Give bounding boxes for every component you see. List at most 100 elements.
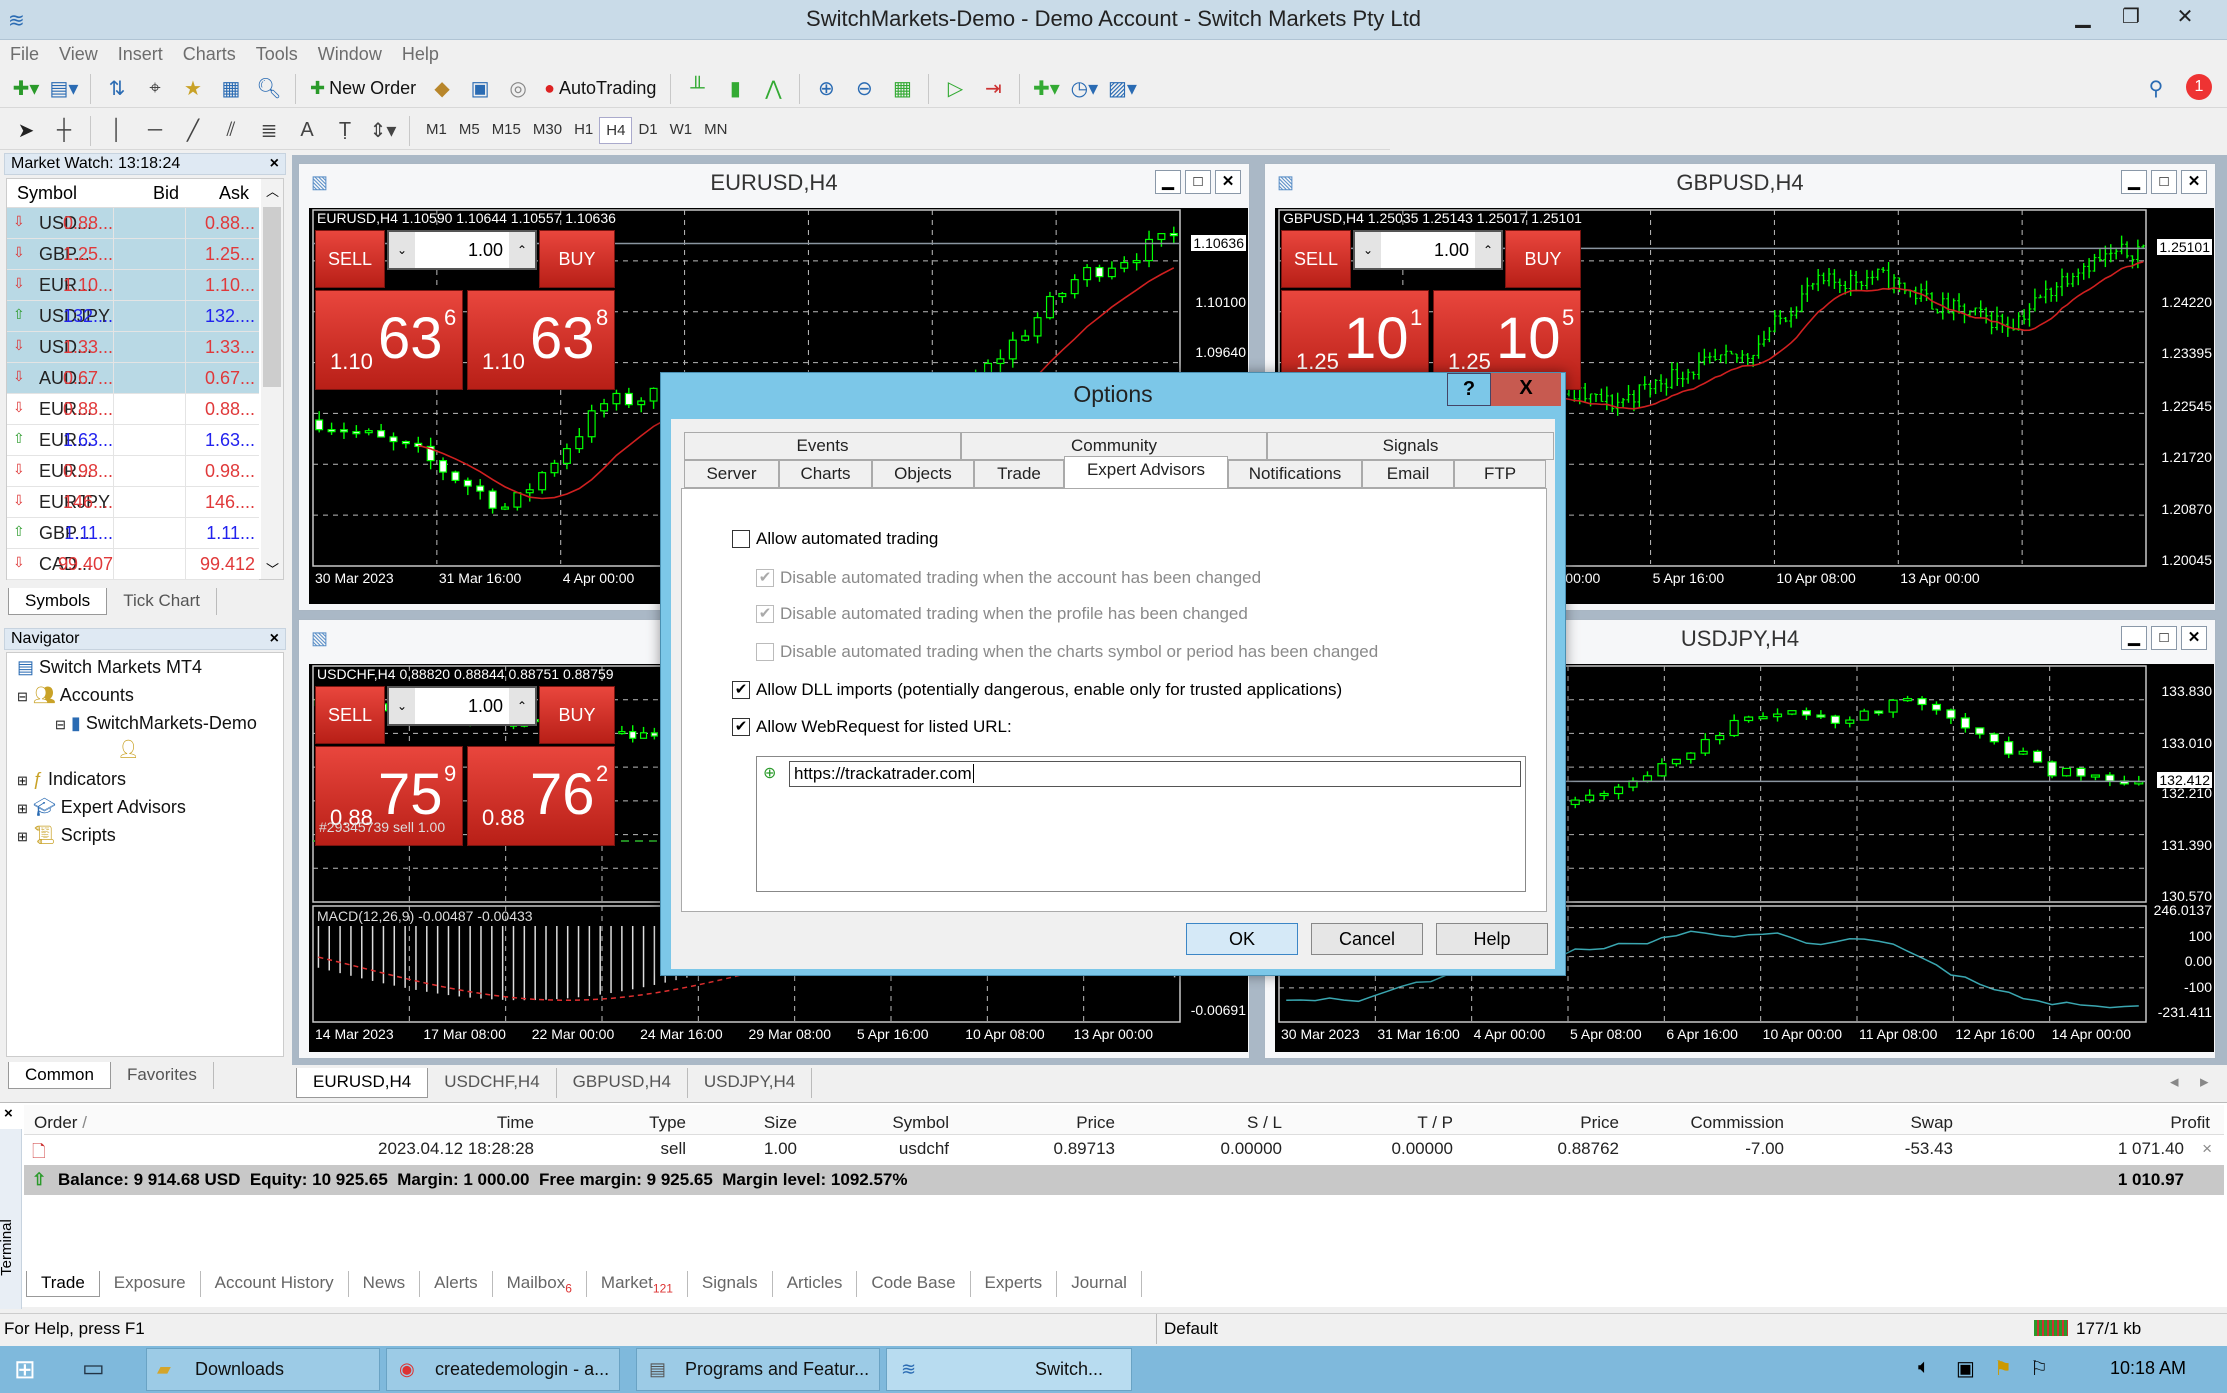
equidistant-channel-icon[interactable]: ⫽ bbox=[215, 115, 247, 147]
period-mn[interactable]: MN bbox=[698, 117, 733, 144]
lot-increase-icon[interactable]: ⌃ bbox=[509, 688, 535, 724]
buy-button[interactable]: BUY bbox=[1505, 230, 1581, 288]
chart-tab-gbpusd[interactable]: GBPUSD,H4 bbox=[557, 1068, 688, 1098]
notification-badge[interactable]: 1 bbox=[2186, 74, 2212, 100]
period-w1[interactable]: W1 bbox=[664, 117, 699, 144]
terminal-tab-exposure[interactable]: Exposure bbox=[100, 1271, 201, 1298]
vertical-line-icon[interactable]: │ bbox=[101, 115, 133, 147]
menu-charts[interactable]: Charts bbox=[173, 40, 246, 69]
period-m30[interactable]: M30 bbox=[527, 117, 568, 144]
market-watch-row[interactable]: ⇩ CAD... 99.407 99.412 bbox=[7, 549, 259, 580]
cursor-icon[interactable]: ➤ bbox=[10, 115, 42, 147]
user-icon[interactable]: 👤︎ bbox=[117, 739, 140, 760]
close-button[interactable]: ✕ bbox=[2162, 2, 2208, 32]
market-watch-row[interactable]: ⇩ USD... 0.88... 0.88... bbox=[7, 208, 259, 239]
maximize-icon[interactable]: □ bbox=[2151, 626, 2177, 650]
sell-button[interactable]: SELL bbox=[315, 686, 385, 744]
period-h4[interactable]: H4 bbox=[599, 117, 633, 144]
terminal-tab-experts[interactable]: Experts bbox=[971, 1271, 1058, 1298]
close-icon[interactable]: ✕ bbox=[2181, 170, 2207, 194]
collapse-icon[interactable]: ⊟ bbox=[17, 689, 28, 704]
dialog-tab-notifications[interactable]: Notifications bbox=[1228, 460, 1362, 488]
chart-tab-usdjpy[interactable]: USDJPY,H4 bbox=[688, 1068, 813, 1098]
lot-size-value[interactable]: 1.00 bbox=[415, 232, 509, 268]
explorer-icon[interactable]: ▭ bbox=[82, 1354, 105, 1383]
data-window-icon[interactable]: ⌖ bbox=[139, 73, 171, 105]
scroll-up-icon[interactable]: ︿ bbox=[266, 181, 279, 200]
start-icon[interactable]: ⊞ bbox=[14, 1354, 36, 1385]
market-watch-row[interactable]: ⇩ EUR... 0.88... 0.88... bbox=[7, 394, 259, 425]
options-icon[interactable]: ▣ bbox=[464, 73, 496, 105]
expand-icon[interactable]: ⊞ bbox=[17, 801, 28, 816]
network-icon[interactable]: ▣ bbox=[1956, 1356, 1975, 1381]
dialog-close-button[interactable]: X bbox=[1491, 373, 1561, 406]
profiles-icon[interactable]: ▤▾ bbox=[48, 73, 80, 105]
option-checkbox[interactable]: ✔ Allow WebRequest for listed URL: bbox=[732, 717, 1012, 737]
lot-decrease-icon[interactable]: ⌄ bbox=[1355, 232, 1381, 268]
maximize-icon[interactable]: □ bbox=[2151, 170, 2177, 194]
option-checkbox[interactable]: ✔ Allow DLL imports (potentially dangerou… bbox=[732, 680, 1342, 700]
arrows-icon[interactable]: ⇕▾ bbox=[367, 115, 399, 147]
dialog-tab-signals[interactable]: Signals bbox=[1267, 432, 1554, 460]
tab-favorites[interactable]: Favorites bbox=[111, 1062, 214, 1089]
horizontal-line-icon[interactable]: ─ bbox=[139, 115, 171, 147]
period-m1[interactable]: M1 bbox=[420, 117, 453, 144]
market-watch-row[interactable]: ⇧ EUR... 1.63... 1.63... bbox=[7, 425, 259, 456]
sell-button[interactable]: SELL bbox=[1281, 230, 1351, 288]
menu-window[interactable]: Window bbox=[308, 40, 392, 69]
market-watch-row[interactable]: ⇩ EUR... 1.10... 1.10... bbox=[7, 270, 259, 301]
minimize-icon[interactable]: ▁ bbox=[2121, 626, 2147, 650]
market-watch-scrollbar[interactable]: ︿ ﹀ bbox=[261, 179, 283, 579]
security-icon[interactable]: ⚑ bbox=[1994, 1356, 2012, 1381]
option-checkbox[interactable]: Allow automated trading bbox=[732, 529, 938, 549]
menu-view[interactable]: View bbox=[49, 40, 108, 69]
menu-insert[interactable]: Insert bbox=[108, 40, 173, 69]
zoom-in-icon[interactable]: ⊕ bbox=[810, 73, 842, 105]
market-watch-row[interactable]: ⇩ EUR... 0.98... 0.98... bbox=[7, 456, 259, 487]
nav-root[interactable]: ▤ Switch Markets MT4 bbox=[17, 657, 202, 678]
terminal-tab-articles[interactable]: Articles bbox=[773, 1271, 858, 1298]
text-label-icon[interactable]: Ṭ bbox=[329, 115, 361, 147]
dialog-tab-trade[interactable]: Trade bbox=[974, 460, 1064, 488]
restore-button[interactable]: ❐ bbox=[2108, 2, 2154, 32]
nav-account[interactable]: ⊟ ▮ SwitchMarkets-Demo bbox=[55, 713, 257, 734]
minimize-icon[interactable]: ▁ bbox=[1155, 170, 1181, 194]
period-d1[interactable]: D1 bbox=[632, 117, 663, 144]
close-icon[interactable]: ✕ bbox=[2181, 626, 2207, 650]
clock[interactable]: 10:18 AM bbox=[2110, 1358, 2186, 1379]
lot-size-value[interactable]: 1.00 bbox=[1381, 232, 1475, 268]
period-h1[interactable]: H1 bbox=[568, 117, 599, 144]
market-watch-row[interactable]: ⇧ USDJPY 132.... 132.... bbox=[7, 301, 259, 332]
action-center-icon[interactable]: ⚐ bbox=[2030, 1356, 2048, 1381]
periods-icon[interactable]: ◷▾ bbox=[1068, 73, 1100, 105]
strategy-tester-icon[interactable]: 🔍︎ bbox=[253, 73, 285, 105]
market-watch-row[interactable]: ⇧ GBP... 1.11... 1.11... bbox=[7, 518, 259, 549]
nav-accounts[interactable]: ⊟ 👥︎ Accounts bbox=[17, 685, 134, 706]
crosshair-icon[interactable]: ┼ bbox=[48, 115, 80, 147]
autotrading-button[interactable]: ● AutoTrading bbox=[540, 73, 660, 105]
indicators-icon[interactable]: ✚▾ bbox=[1030, 73, 1062, 105]
close-icon[interactable]: × bbox=[270, 154, 279, 174]
maximize-icon[interactable]: □ bbox=[1185, 170, 1211, 194]
new-order-button[interactable]: ✚ New Order bbox=[306, 73, 420, 105]
url-input[interactable]: https://trackatrader.com bbox=[789, 761, 1521, 787]
new-chart-icon[interactable]: ✚▾ bbox=[10, 73, 42, 105]
market-watch-row[interactable]: ⇩ USD... 1.33... 1.33... bbox=[7, 332, 259, 363]
lot-size-stepper[interactable]: ⌄ 1.00 ⌃ bbox=[1353, 230, 1503, 270]
sell-button[interactable]: SELL bbox=[315, 230, 385, 288]
lot-increase-icon[interactable]: ⌃ bbox=[509, 232, 535, 268]
dialog-help-button[interactable]: ? bbox=[1447, 373, 1491, 406]
bar-chart-icon[interactable]: ╨ bbox=[681, 73, 713, 105]
lot-decrease-icon[interactable]: ⌄ bbox=[389, 232, 415, 268]
nav-expert-advisors[interactable]: ⊞ 🎓︎ Expert Advisors bbox=[17, 797, 186, 818]
minimize-icon[interactable]: ▁ bbox=[2121, 170, 2147, 194]
metaeditor-icon[interactable]: ◆ bbox=[426, 73, 458, 105]
terminal-tab-market[interactable]: Market121 bbox=[587, 1271, 688, 1298]
collapse-icon[interactable]: ⊟ bbox=[55, 717, 66, 732]
period-m15[interactable]: M15 bbox=[486, 117, 527, 144]
market-watch-row[interactable]: ⇩ GBP... 1.25... 1.25... bbox=[7, 239, 259, 270]
sell-price-box[interactable]: 1.10 63 6 bbox=[315, 290, 463, 390]
column-bid[interactable]: Bid bbox=[153, 183, 179, 204]
menu-tools[interactable]: Tools bbox=[246, 40, 308, 69]
cancel-button[interactable]: Cancel bbox=[1311, 923, 1423, 955]
